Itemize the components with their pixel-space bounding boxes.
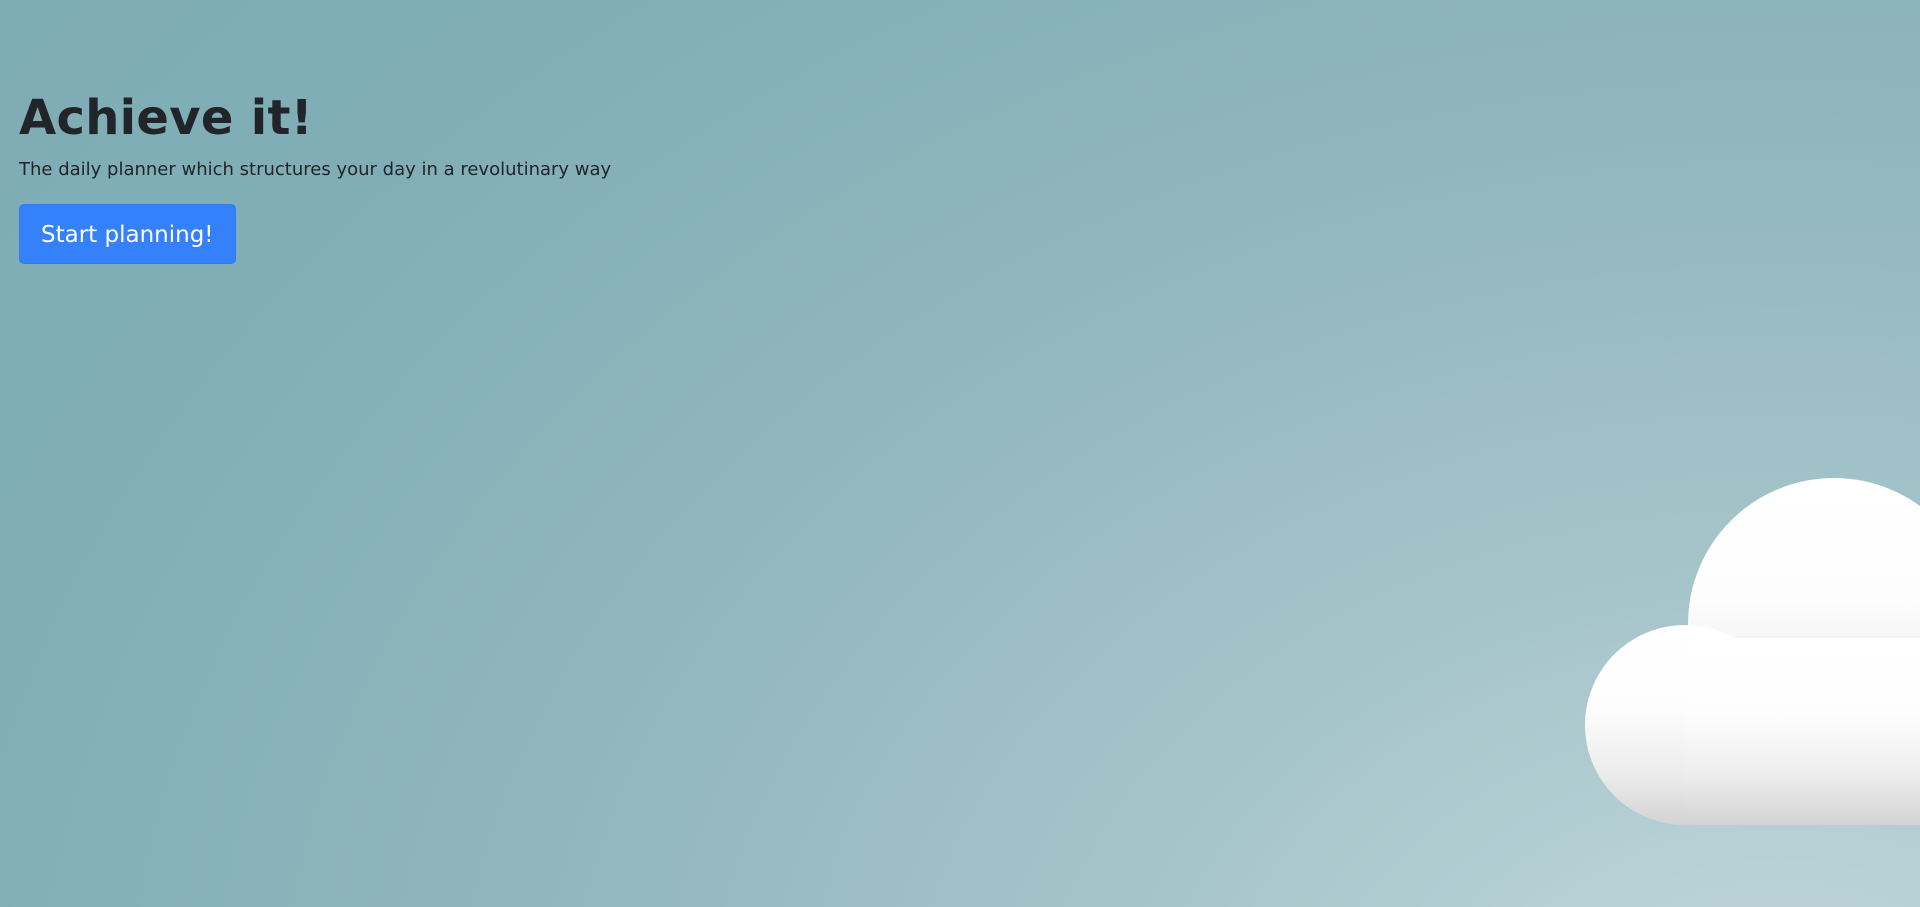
hero-section: Achieve it! The daily planner which stru… — [19, 86, 611, 264]
cloud-icon — [1585, 478, 1920, 825]
page-title: Achieve it! — [19, 90, 313, 146]
start-planning-button[interactable]: Start planning! — [19, 204, 236, 264]
page-subtitle: The daily planner which structures your … — [19, 159, 612, 180]
